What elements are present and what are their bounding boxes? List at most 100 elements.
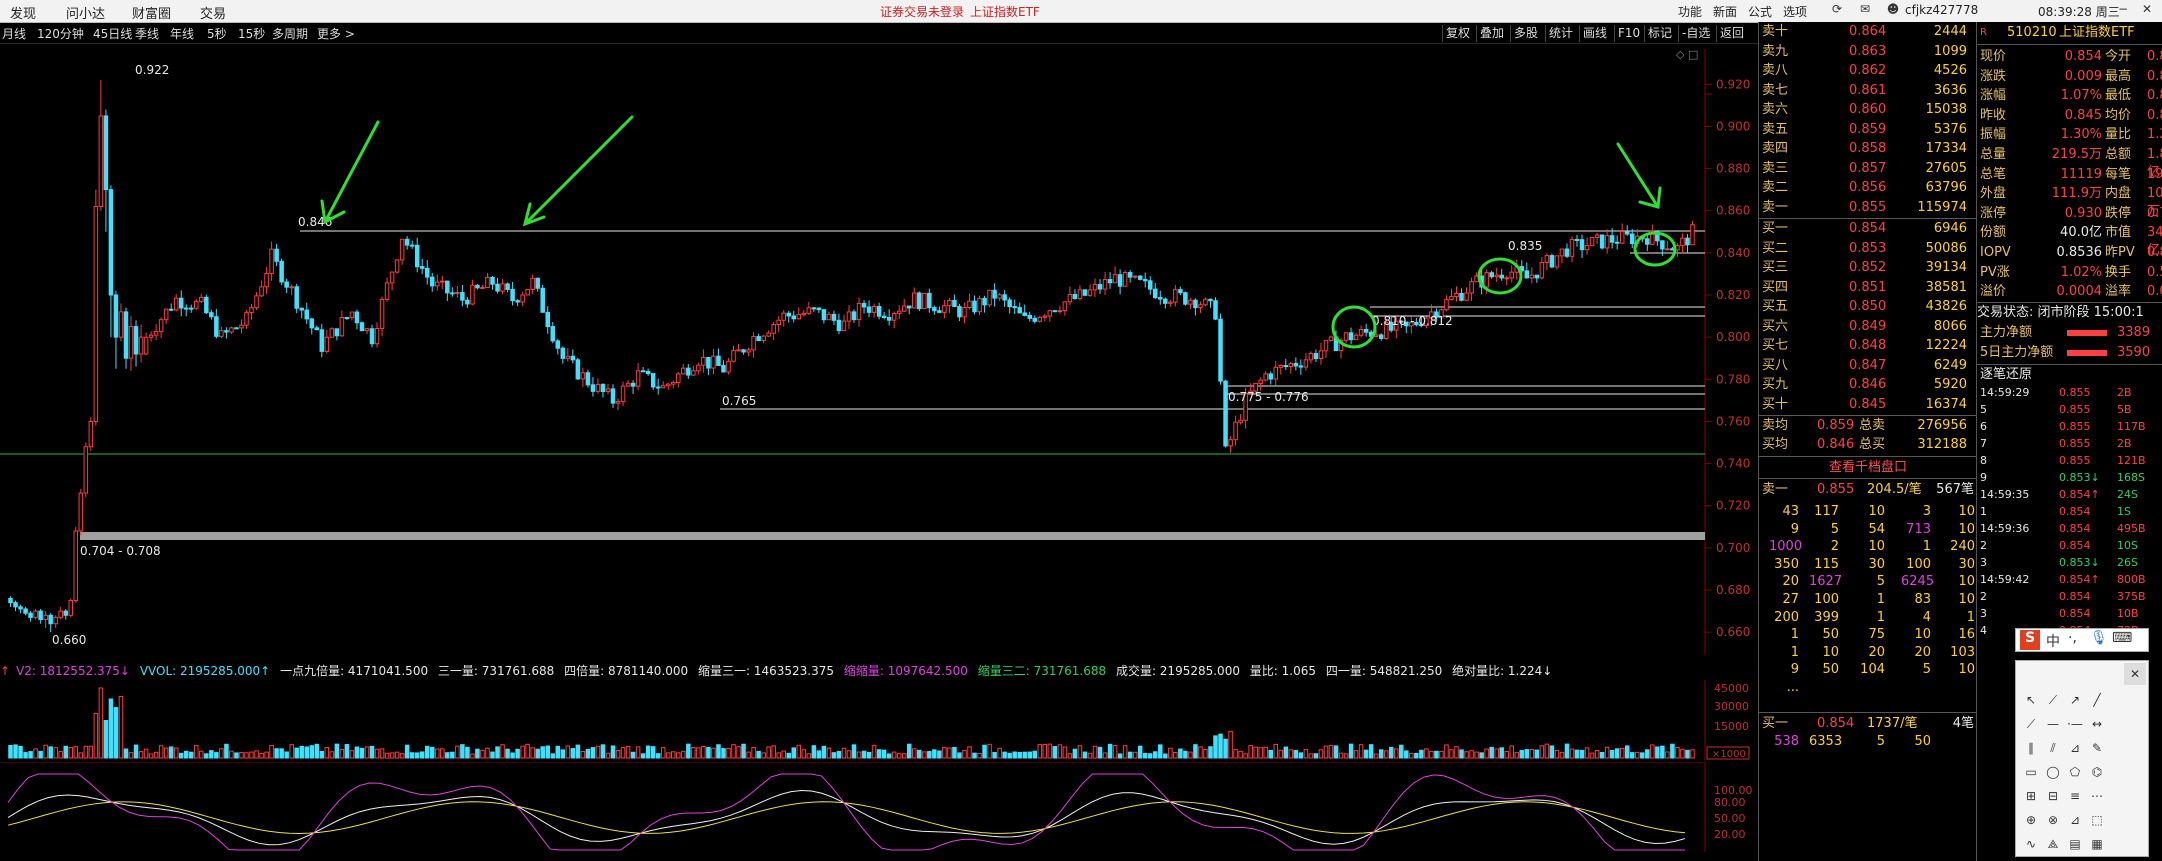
ask-row[interactable]: 卖七 0.861 3636 [1759,82,1977,100]
draw-tool-icon[interactable]: ·— [2064,713,2086,735]
bid-row[interactable]: 买十 0.845 16374 [1759,396,1977,414]
bid-row[interactable]: 买五 0.850 43826 [1759,298,1977,316]
draw-tool-icon[interactable]: ⋯ [2086,785,2108,807]
bid-row[interactable]: 买二 0.853 50086 [1759,240,1977,258]
ime-punct-icon[interactable]: ·, [2068,630,2077,646]
menu-formula[interactable]: 公式 [1748,3,1772,20]
draw-tool-icon[interactable]: ⬠ [2064,761,2086,783]
draw-tool-icon[interactable]: ⌬ [2086,761,2108,783]
period-quarter[interactable]: 季线 [135,25,159,42]
menu-ask[interactable]: 问小达 [66,3,105,22]
bid-row[interactable]: 买四 0.851 38581 [1759,279,1977,297]
tool-draw-line[interactable]: 画线 [1579,25,1610,42]
period-year[interactable]: 年线 [170,25,194,42]
draw-tool-icon[interactable]: ▭ [2020,761,2042,783]
green-circle-1[interactable] [1331,305,1377,349]
draw-tool-icon[interactable]: ⫽ [2042,737,2064,759]
ask-row[interactable]: 卖五 0.859 5376 [1759,121,1977,139]
bid-row[interactable]: 买六 0.849 8066 [1759,318,1977,336]
chart-zoom-icon[interactable]: ◇ [1676,48,1685,61]
period-120min[interactable]: 120分钟 [37,25,84,42]
draw-tool-icon[interactable]: ⊿ [2064,737,2086,759]
close-icon[interactable]: ✕ [2138,2,2156,18]
menu-function[interactable]: 功能 [1678,3,1702,20]
draw-tool-icon[interactable]: ∥ [2020,737,2042,759]
mail-icon[interactable]: ✉ [1856,2,1874,18]
bid-row[interactable]: 买三 0.852 39134 [1759,259,1977,277]
green-arrow-2[interactable] [522,115,634,227]
ime-mode[interactable]: 中 [2046,631,2060,651]
menu-wealth-circle[interactable]: 财富圈 [132,3,171,22]
ime-toolbar[interactable]: S 中 ·, 🎙 ⌨ [2015,628,2149,652]
menu-options[interactable]: 选项 [1783,3,1807,20]
tool-statistics[interactable]: 统计 [1545,25,1576,42]
menu-trade[interactable]: 交易 [200,3,226,22]
period-month[interactable]: 月线 [2,25,26,42]
drawing-tools-palette[interactable]: ✕ ↖ ⟋ ↗ ╱ ⟋ — ·— ↔ ∥ ⫽ ⊿ ✎ ▭ ◯ ⬠ ⌬ ⊞ ⊟ ≡ ⋯ ⊕ ⊗ ⊿ ⬚ ∿ ⟁ ▤ ▦ [2015,660,2149,857]
palette-close-icon[interactable]: ✕ [2124,663,2146,685]
bid-row[interactable]: 买八 0.847 6249 [1759,357,1977,375]
kdj-chart[interactable]: 100.00 80.00 50.00 20.00 [0,762,1758,852]
full-depth-link[interactable]: 查看千档盘口 [1759,459,1977,477]
draw-tool-icon[interactable]: ╱ [2086,689,2108,711]
minimize-icon[interactable]: − [2114,2,2132,18]
draw-tool-icon[interactable]: ∿ [2020,833,2042,855]
bid-row[interactable]: 买一 0.854 6946 [1759,220,1977,238]
quote-value-a: 219.5万 [2051,147,2102,162]
sogou-icon[interactable]: S [2020,630,2040,650]
tool-f10[interactable]: F10 [1614,25,1643,42]
ask-row[interactable]: 卖九 0.863 1099 [1759,43,1977,61]
period-5s[interactable]: 5秒 [207,25,227,42]
tool-mark[interactable]: 标记 [1644,25,1675,42]
kline-chart[interactable]: ◇ □ 0.920 0.900 0.880 0.860 0.840 0.820 0.800 0… [0,44,1758,662]
draw-tool-icon[interactable]: ⬚ [2086,809,2108,831]
draw-tool-icon[interactable]: ▤ [2064,833,2086,855]
gray-band-0704-0708[interactable] [80,532,1705,540]
draw-tool-icon[interactable]: ⊗ [2042,809,2064,831]
bid-row[interactable]: 买九 0.846 5920 [1759,376,1977,394]
green-arrow-1[interactable] [320,120,380,225]
draw-tool-icon[interactable]: ⟋ [2042,689,2064,711]
draw-tool-icon[interactable]: ⊿ [2064,809,2086,831]
ask-row[interactable]: 卖一 0.855 115974 [1759,199,1977,217]
green-arrow-3[interactable] [1616,142,1662,209]
mic-icon[interactable]: 🎙 [2090,630,2108,646]
ask-row[interactable]: 卖三 0.857 27605 [1759,160,1977,178]
ask-row[interactable]: 卖八 0.862 4526 [1759,62,1977,80]
keyboard-icon[interactable]: ⌨ [2112,630,2132,646]
period-more[interactable]: 更多 > [317,25,355,42]
ask-row[interactable]: 卖四 0.858 17334 [1759,140,1977,158]
draw-tool-icon[interactable]: ↖ [2020,689,2042,711]
ask-row[interactable]: 卖十 0.864 2444 [1759,23,1977,41]
draw-tool-icon[interactable]: ⊕ [2020,809,2042,831]
tool-back[interactable]: 返回 [1716,25,1747,42]
user-icon[interactable]: ☻ [1884,2,1902,18]
period-45day[interactable]: 45日线 [93,25,132,42]
draw-tool-icon[interactable]: ↔ [2086,713,2108,735]
tool-adjust[interactable]: 复权 [1442,25,1473,42]
refresh-icon[interactable]: ⟳ [1828,2,1846,18]
draw-tool-icon[interactable]: ⊟ [2042,785,2064,807]
volume-chart[interactable]: 45000 30000 15000 ×1000 [0,680,1758,760]
period-multi[interactable]: 多周期 [272,25,308,42]
ask-row[interactable]: 卖六 0.860 15038 [1759,101,1977,119]
ask-row[interactable]: 卖二 0.856 63796 [1759,179,1977,197]
bid-row[interactable]: 买七 0.848 12224 [1759,337,1977,355]
tool-overlay[interactable]: 叠加 [1476,25,1507,42]
draw-tool-icon[interactable]: ⟁ [2042,833,2064,855]
draw-tool-icon[interactable]: ⊞ [2020,785,2042,807]
draw-tool-icon[interactable]: — [2042,713,2064,735]
draw-tool-icon[interactable]: ✎ [2086,737,2108,759]
candle [761,334,766,344]
menu-discover[interactable]: 发现 [10,3,36,22]
tool-multi-stock[interactable]: 多股 [1510,25,1541,42]
chart-square-icon[interactable]: □ [1688,48,1698,61]
tool-add-watchlist[interactable]: -自选 [1678,25,1713,42]
draw-tool-icon[interactable]: ⟋ [2020,713,2042,735]
period-15s[interactable]: 15秒 [238,25,265,42]
draw-tool-icon[interactable]: ▦ [2086,833,2108,855]
draw-tool-icon[interactable]: ≡ [2064,785,2086,807]
draw-tool-icon[interactable]: ◯ [2042,761,2064,783]
draw-tool-icon[interactable]: ↗ [2064,689,2086,711]
menu-new-layout[interactable]: 新面 [1713,3,1737,20]
